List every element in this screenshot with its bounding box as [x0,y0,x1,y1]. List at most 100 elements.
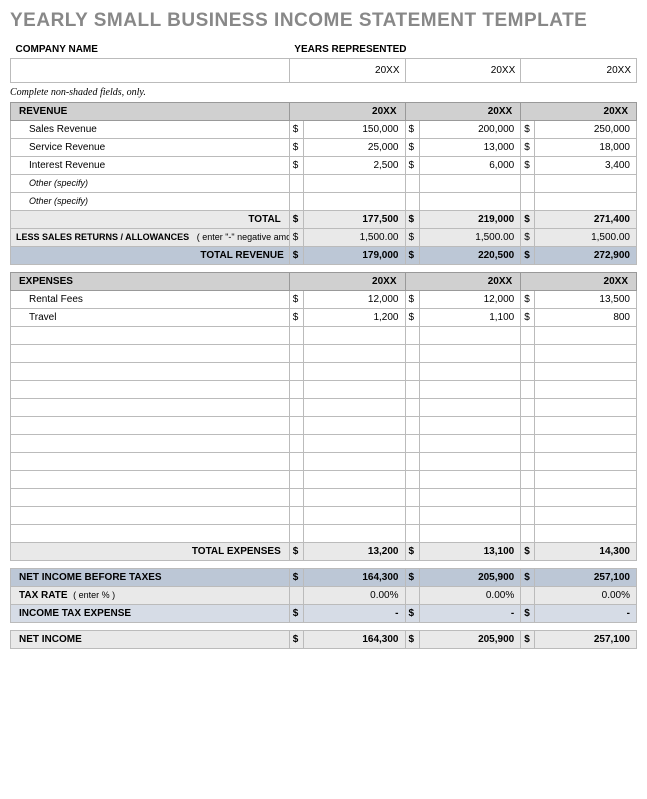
company-label: COMPANY NAME [11,40,290,58]
cell-value[interactable] [535,416,637,434]
expense-row [11,362,637,380]
header-table: COMPANY NAME YEARS REPRESENTED 20XX 20XX… [10,40,637,83]
row-label[interactable] [11,416,290,434]
instruction-note: Complete non-shaded fields, only. [10,83,637,102]
cell-value[interactable]: 12,000 [419,290,521,308]
row-label[interactable]: Other (specify) [11,174,290,192]
cell-value[interactable] [419,452,521,470]
cell-value[interactable] [303,452,405,470]
revenue-subtotal: TOTAL $177,500 $219,000 $271,400 [11,210,637,228]
cell-value[interactable]: 12,000 [303,290,405,308]
row-label[interactable] [11,398,290,416]
cell-value[interactable] [535,344,637,362]
year3-input[interactable]: 20XX [521,58,637,82]
cell-value[interactable] [303,470,405,488]
row-label[interactable] [11,380,290,398]
cell-value[interactable] [419,398,521,416]
company-input[interactable] [11,58,290,82]
cell-value[interactable] [303,434,405,452]
cell-value[interactable] [303,506,405,524]
row-label[interactable] [11,506,290,524]
total-revenue: TOTAL REVENUE $179,000 $220,500 $272,900 [11,246,637,264]
cell-value[interactable]: 13,500 [535,290,637,308]
row-label[interactable] [11,488,290,506]
cell-value[interactable]: 200,000 [419,120,521,138]
cell-value[interactable]: 6,000 [419,156,521,174]
row-label[interactable]: Service Revenue [11,138,290,156]
expense-row: Rental Fees$12,000$12,000$13,500 [11,290,637,308]
cell-value[interactable] [419,380,521,398]
cell-value[interactable]: 150,000 [303,120,405,138]
cell-value[interactable] [535,326,637,344]
cell-value[interactable]: 800 [535,308,637,326]
row-label[interactable] [11,524,290,542]
cell-value[interactable] [535,524,637,542]
cell-value[interactable]: 13,000 [419,138,521,156]
cell-value[interactable] [419,506,521,524]
expense-row [11,506,637,524]
cell-value[interactable] [303,362,405,380]
cell-value[interactable] [303,192,405,210]
cell-value[interactable] [303,488,405,506]
expense-row [11,434,637,452]
cell-value[interactable] [419,362,521,380]
expense-row: Travel$1,200$1,100$800 [11,308,637,326]
cell-value[interactable] [419,326,521,344]
cell-value[interactable] [535,434,637,452]
page-title: YEARLY SMALL BUSINESS INCOME STATEMENT T… [10,10,637,32]
cell-value[interactable] [535,174,637,192]
cell-value[interactable] [535,470,637,488]
year2-input[interactable]: 20XX [405,58,521,82]
cell-value[interactable] [535,488,637,506]
cell-value[interactable]: 1,200 [303,308,405,326]
row-label[interactable] [11,344,290,362]
years-label: YEARS REPRESENTED [289,40,636,58]
cell-value[interactable]: 3,400 [535,156,637,174]
cell-value[interactable]: 18,000 [535,138,637,156]
cell-value[interactable] [303,326,405,344]
cell-value[interactable] [419,488,521,506]
cell-value[interactable]: 25,000 [303,138,405,156]
row-label[interactable]: Travel [11,308,290,326]
cell-value[interactable] [419,524,521,542]
cell-value[interactable]: 250,000 [535,120,637,138]
income-tax-expense: INCOME TAX EXPENSE $- $- $- [11,604,637,622]
year1-input[interactable]: 20XX [289,58,405,82]
cell-value[interactable] [419,344,521,362]
expense-row [11,380,637,398]
row-label[interactable]: Rental Fees [11,290,290,308]
cell-value[interactable]: 2,500 [303,156,405,174]
cell-value[interactable] [303,524,405,542]
row-label[interactable] [11,362,290,380]
expense-row [11,326,637,344]
cell-value[interactable] [419,416,521,434]
cell-value[interactable] [419,470,521,488]
row-label[interactable]: Interest Revenue [11,156,290,174]
cell-value[interactable] [419,174,521,192]
revenue-header: REVENUE 20XX 20XX 20XX [11,102,637,120]
revenue-row: Service Revenue$25,000$13,000$18,000 [11,138,637,156]
cell-value[interactable]: 1,100 [419,308,521,326]
cell-value[interactable] [535,380,637,398]
row-label[interactable]: Sales Revenue [11,120,290,138]
cell-value[interactable] [535,506,637,524]
cell-value[interactable] [419,192,521,210]
cell-value[interactable] [535,192,637,210]
cell-value[interactable] [303,344,405,362]
cell-value[interactable] [303,380,405,398]
expense-row [11,470,637,488]
row-label[interactable] [11,470,290,488]
cell-value[interactable] [303,416,405,434]
row-label[interactable] [11,434,290,452]
cell-value[interactable] [303,398,405,416]
expense-row [11,452,637,470]
cell-value[interactable] [303,174,405,192]
cell-value[interactable] [535,452,637,470]
cell-value[interactable] [535,398,637,416]
cell-value[interactable] [419,434,521,452]
net-income: NET INCOME $164,300 $205,900 $257,100 [11,630,637,648]
row-label[interactable] [11,326,290,344]
row-label[interactable] [11,452,290,470]
row-label[interactable]: Other (specify) [11,192,290,210]
cell-value[interactable] [535,362,637,380]
